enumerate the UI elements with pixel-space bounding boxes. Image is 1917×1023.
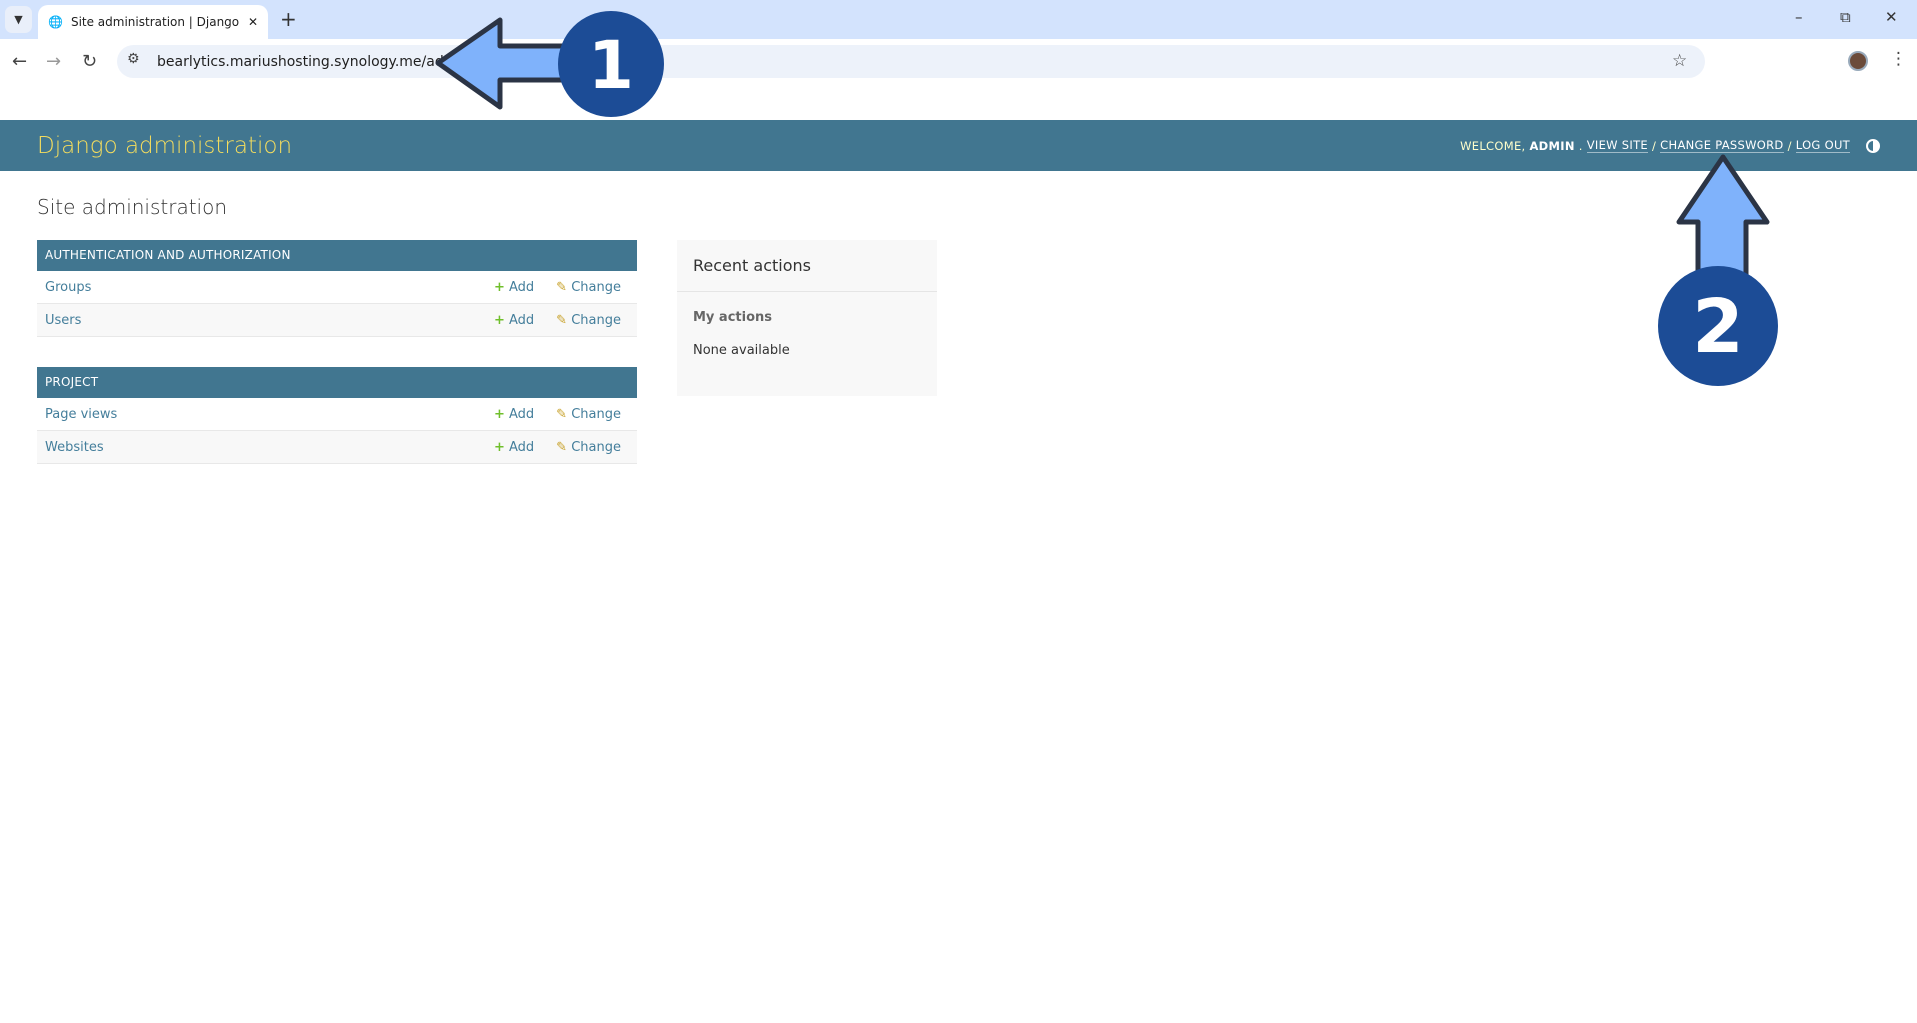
menu-icon[interactable]: ⋮ [1890,49,1907,69]
module-caption[interactable]: PROJECT [37,367,637,398]
model-link-websites[interactable]: Websites [45,440,472,455]
minimize-icon[interactable]: – [1795,8,1803,26]
view-site-link[interactable]: VIEW SITE [1586,138,1648,153]
module-auth: AUTHENTICATION AND AUTHORIZATION Groups … [37,240,637,337]
back-icon[interactable]: ← [12,51,27,72]
module-caption[interactable]: AUTHENTICATION AND AUTHORIZATION [37,240,637,271]
badge-2 [1658,266,1778,386]
empty-actions-text: None available [693,343,790,358]
recent-actions-panel: Recent actions My actions None available [677,240,937,396]
forward-icon[interactable]: → [46,51,61,72]
plus-icon: + [493,279,505,295]
plus-icon: + [493,312,505,328]
model-link-groups[interactable]: Groups [45,280,472,295]
chevron-down-icon: ▼ [14,13,23,26]
tab-strip: ▼ 🌐 Site administration | Django site ad… [0,0,1917,39]
separator: / [1651,138,1657,153]
table-row: Websites + Add ✎ Change [37,431,637,464]
admin-header: Django administration WELCOME, ADMIN. VI… [0,120,1917,171]
pencil-icon: ✎ [556,312,568,328]
tab-search-button[interactable]: ▼ [5,6,32,33]
add-label: Add [509,279,535,295]
add-button[interactable]: + Add [494,407,534,422]
globe-icon: 🌐 [48,15,63,29]
add-button[interactable]: + Add [494,313,534,328]
change-label: Change [571,406,621,422]
close-window-icon[interactable]: ✕ [1885,8,1898,26]
restore-icon[interactable]: ⧉ [1840,8,1851,26]
table-row: Page views + Add ✎ Change [37,398,637,431]
badge-2-label: 2 [1692,284,1744,370]
username: ADMIN [1529,138,1575,153]
close-tab-icon[interactable]: ✕ [248,15,258,29]
welcome-text: WELCOME, [1460,138,1526,153]
user-tools: WELCOME, ADMIN. VIEW SITE / CHANGE PASSW… [1460,138,1880,153]
change-button[interactable]: ✎ Change [556,407,621,422]
change-label: Change [571,279,621,295]
model-link-users[interactable]: Users [45,313,472,328]
table-row: Groups + Add ✎ Change [37,271,637,304]
add-label: Add [509,406,535,422]
site-brand[interactable]: Django administration [37,133,292,159]
add-button[interactable]: + Add [494,440,534,455]
log-out-link[interactable]: LOG OUT [1795,138,1850,153]
browser-tab[interactable]: 🌐 Site administration | Django site admi… [38,5,268,39]
change-button[interactable]: ✎ Change [556,313,621,328]
new-tab-button[interactable]: + [280,7,297,31]
pencil-icon: ✎ [556,406,568,422]
table-row: Users + Add ✎ Change [37,304,637,337]
change-password-link[interactable]: CHANGE PASSWORD [1660,138,1784,153]
change-label: Change [571,312,621,328]
bookmark-star-icon[interactable]: ☆ [1672,51,1687,71]
tab-title: Site administration | Django site admin [70,15,240,29]
model-link-page-views[interactable]: Page views [45,407,472,422]
site-settings-icon[interactable]: ⚙ [127,51,140,67]
my-actions-heading: My actions [693,310,773,325]
separator: / [1787,138,1792,153]
change-button[interactable]: ✎ Change [556,280,621,295]
plus-icon: + [493,439,505,455]
add-label: Add [509,312,535,328]
pencil-icon: ✎ [556,279,568,295]
plus-icon: + [493,406,505,422]
address-bar[interactable]: ⚙ bearlytics.mariushosting.synology.me/a… [117,45,1705,78]
add-button[interactable]: + Add [494,280,534,295]
browser-toolbar: ← → ↻ ⚙ bearlytics.mariushosting.synolog… [0,39,1917,120]
change-button[interactable]: ✎ Change [556,440,621,455]
module-project: PROJECT Page views + Add ✎ Change Websit… [37,367,637,464]
recent-actions-title: Recent actions [677,240,937,292]
arrow-2-icon [1676,154,1770,293]
theme-toggle-icon[interactable] [1866,138,1880,153]
pencil-icon: ✎ [556,439,568,455]
reload-icon[interactable]: ↻ [82,51,97,72]
change-label: Change [571,439,621,455]
page-title: Site administration [37,195,228,219]
add-label: Add [509,439,535,455]
profile-avatar[interactable] [1848,51,1868,71]
url-text: bearlytics.mariushosting.synology.me/adm… [157,53,475,70]
